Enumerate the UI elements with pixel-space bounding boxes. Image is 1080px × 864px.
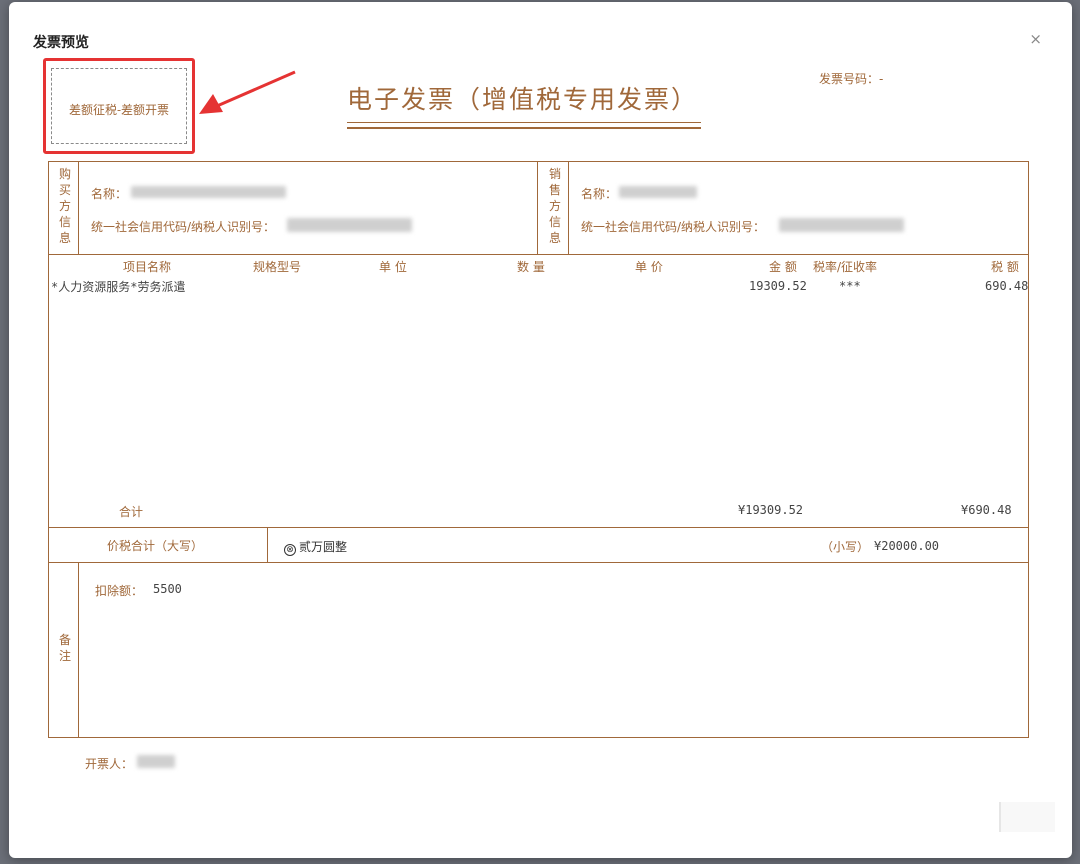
issuer-redacted [137,755,175,768]
remarks-label: 扣除额： [95,584,144,598]
item-name: *人力资源服务*劳务派遣 [51,280,186,294]
buyer-tax-redacted [287,218,412,232]
scrollbar[interactable] [999,802,1055,832]
annotation-highlight-box: 差额征税-差额开票 [43,58,195,154]
circle-x-icon: ⊗ [284,544,296,556]
title-underline-double [347,127,701,129]
item-tax: 690.48 [985,279,1029,293]
col-item-name: 项目名称 [123,260,172,274]
invoice-preview-modal: 发票预览 × 差额征税-差额开票 发票号码：- 电子发票（增值税专用发票） 购买… [9,2,1072,858]
item-rate: *** [839,279,861,293]
total-tax: ¥690.48 [961,503,1012,517]
invoice-title: 电子发票（增值税专用发票） [347,85,699,114]
buyer-tax-label: 统一社会信用代码/纳税人识别号： [91,220,276,234]
total-amount: ¥19309.52 [738,503,804,517]
invoice-table [48,161,1029,738]
col-tax: 税 额 [991,260,1019,274]
remarks-value: 5500 [153,582,182,596]
remarks-side-label: 备注 [58,633,71,663]
seller-tax-redacted [779,218,904,232]
modal-title: 发票预览 [33,35,89,51]
sum-lower-label: （小写） [821,540,870,554]
col-spec: 规格型号 [253,260,302,274]
close-icon[interactable]: × [1029,32,1042,47]
invoice-number: 发票号码：- [819,72,884,86]
deduction-type-label: 差额征税-差额开票 [68,103,170,117]
sum-label: 价税合计（大写） [107,539,204,553]
sum-lower-value: ¥20000.00 [874,539,940,553]
title-underline [347,122,701,123]
col-rate: 税率/征收率 [813,260,878,274]
sum-upper: ⊗ 贰万圆整 [284,538,347,556]
seller-name-redacted [619,186,697,198]
buyer-side-label: 购买方信息 [58,167,71,245]
annotation-arrow-icon [199,70,296,114]
col-unit: 单 位 [379,260,407,274]
col-amount: 金 额 [769,260,797,274]
seller-tax-label: 统一社会信用代码/纳税人识别号： [581,220,766,234]
seller-side-label: 销售方信息 [548,167,561,245]
issuer-label: 开票人： [85,757,134,771]
buyer-name-label: 名称： [91,187,128,201]
buyer-name-redacted [131,186,286,198]
total-label: 合计 [119,505,144,519]
col-qty: 数 量 [517,260,545,274]
seller-name-label: 名称： [581,187,618,201]
deduction-stamp-box: 差额征税-差额开票 [51,68,187,144]
col-price: 单 价 [635,260,663,274]
item-amount: 19309.52 [749,279,807,293]
